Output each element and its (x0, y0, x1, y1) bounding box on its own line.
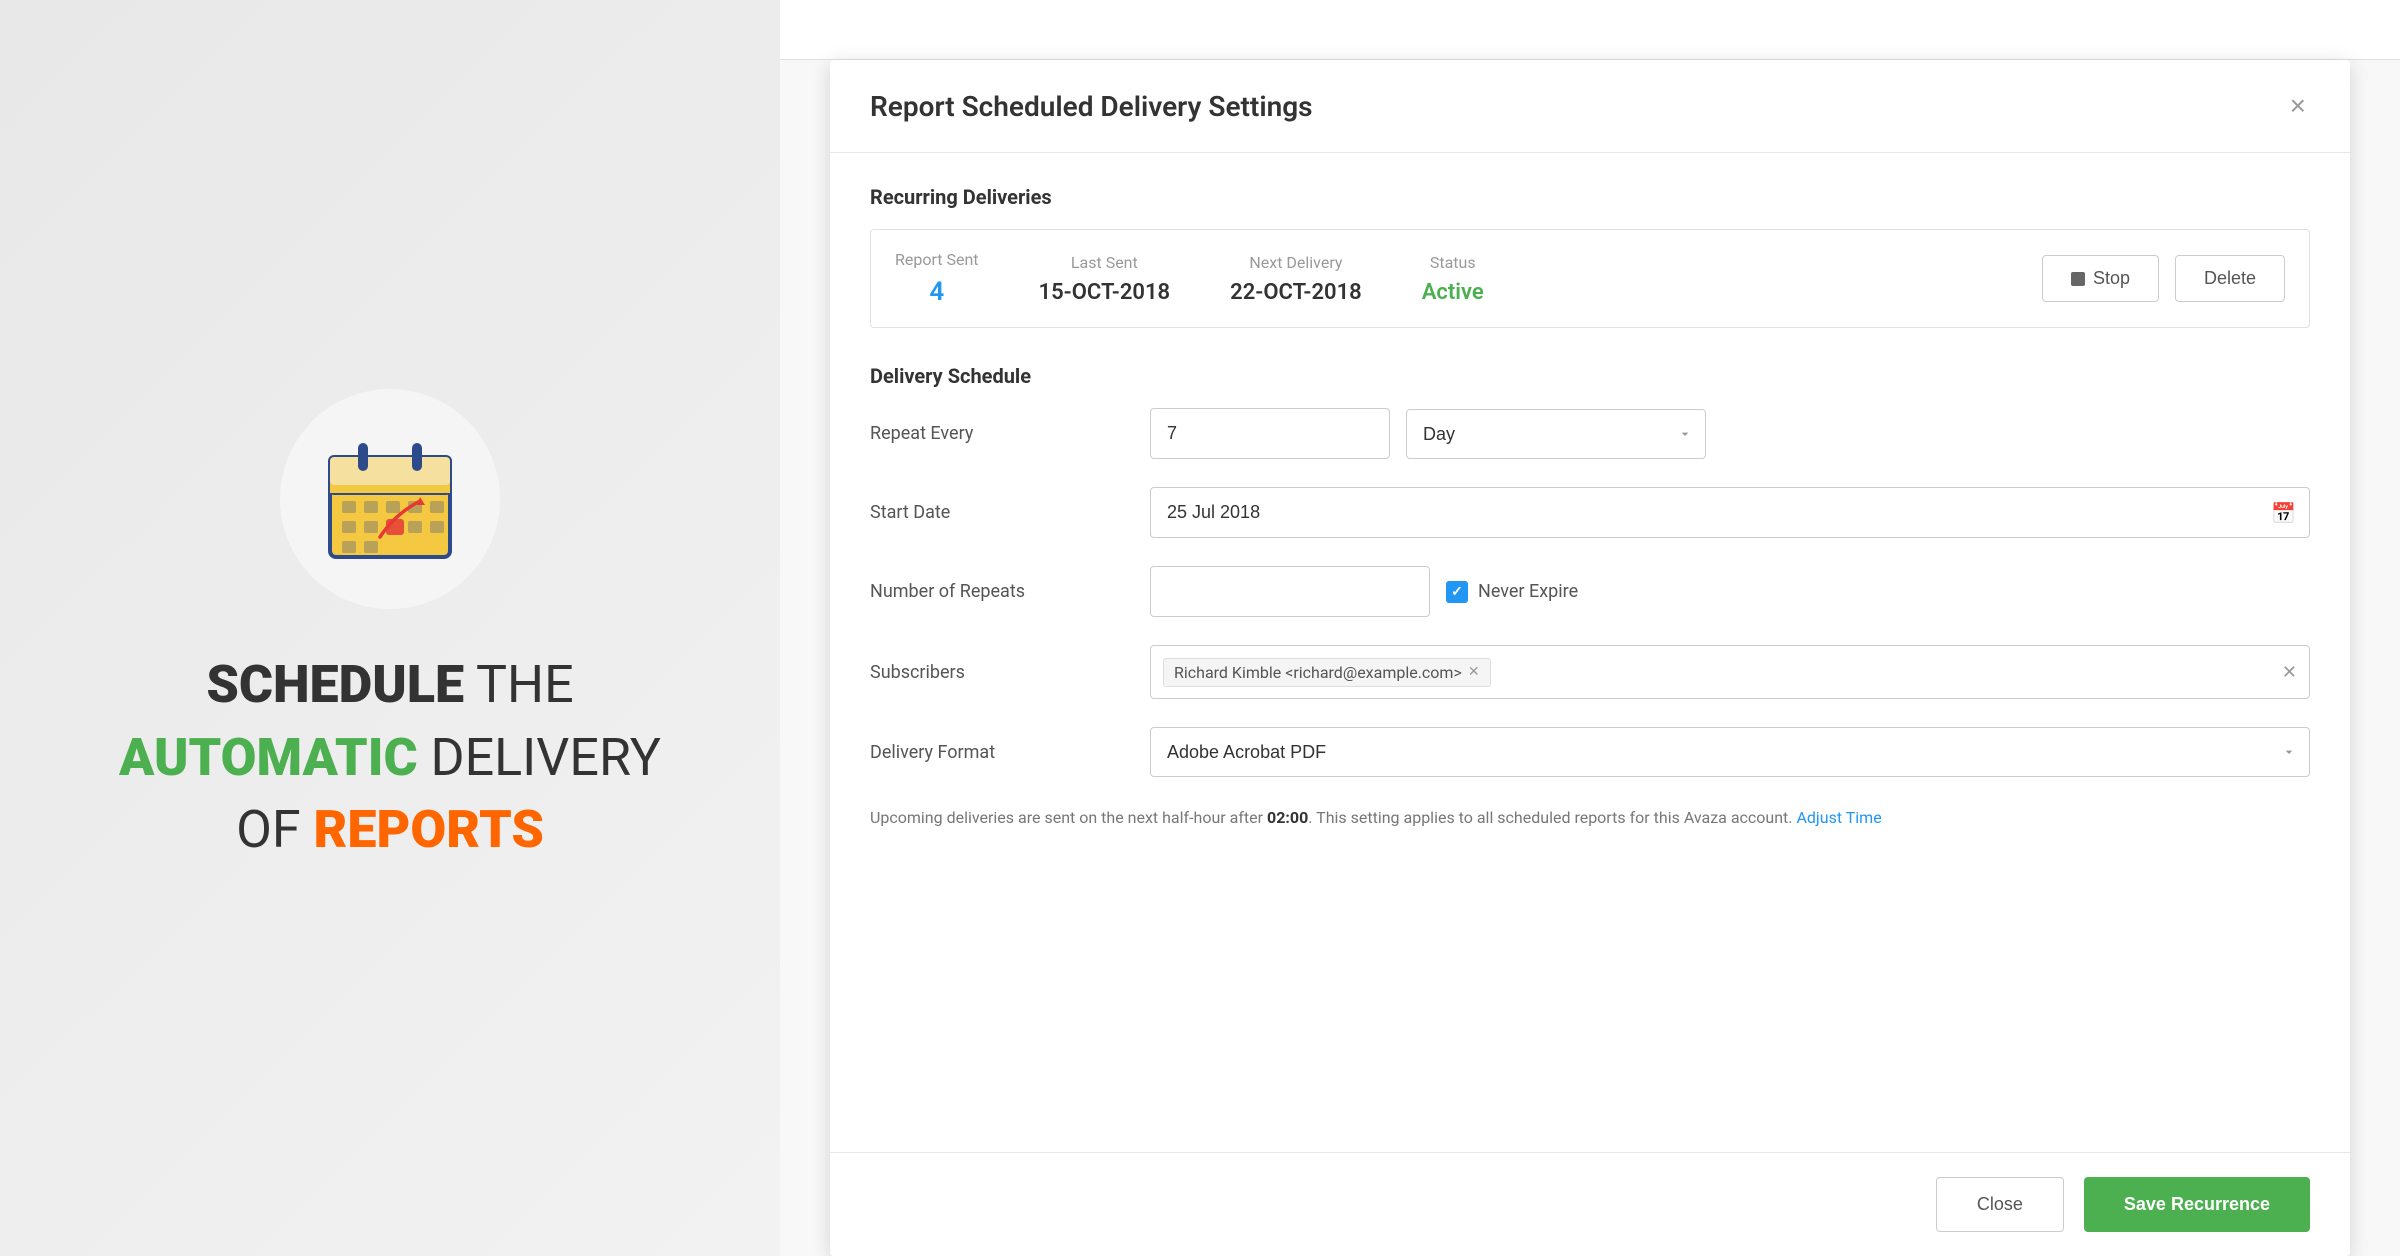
repeat-every-controls: Day Week Month (1150, 408, 2310, 459)
delivery-format-select[interactable]: Adobe Acrobat PDF Excel CSV (1150, 727, 2310, 777)
number-of-repeats-label: Number of Repeats (870, 581, 1130, 602)
save-recurrence-button[interactable]: Save Recurrence (2084, 1177, 2310, 1232)
recurring-deliveries-table: Report Sent 4 Last Sent 15-OCT-2018 Next… (870, 229, 2310, 328)
adjust-time-link[interactable]: Adjust Time (1796, 808, 1881, 827)
delete-button[interactable]: Delete (2175, 255, 2285, 302)
modal-close-button[interactable]: × (2286, 88, 2310, 124)
start-date-controls: 📅 (1150, 487, 2310, 538)
start-date-label: Start Date (870, 502, 1130, 523)
modal-dialog: Report Scheduled Delivery Settings × Rec… (830, 60, 2350, 1256)
last-sent-label: Last Sent (1071, 253, 1138, 272)
modal-footer: Close Save Recurrence (830, 1152, 2350, 1256)
tagline: SCHEDULE THE AUTOMATIC DELIVERY OF REPOR… (119, 649, 661, 867)
top-bar (780, 0, 2400, 60)
delivery-format-row: Delivery Format Adobe Acrobat PDF Excel … (870, 727, 2310, 777)
repeat-unit-select[interactable]: Day Week Month (1406, 409, 1706, 459)
status-col: Status Active (1422, 253, 1484, 305)
delivery-format-controls: Adobe Acrobat PDF Excel CSV (1150, 727, 2310, 777)
tagline-line1: SCHEDULE THE (119, 649, 661, 722)
right-panel: Report Scheduled Delivery Settings × Rec… (780, 0, 2400, 1256)
report-sent-value: 4 (929, 277, 944, 307)
status-value: Active (1422, 280, 1484, 305)
next-delivery-value: 22-OCT-2018 (1230, 280, 1362, 305)
modal-title: Report Scheduled Delivery Settings (870, 90, 1313, 123)
start-date-row: Start Date 📅 (870, 487, 2310, 538)
tagline-line3: OF REPORTS (119, 794, 661, 867)
table-actions: Stop Delete (2042, 255, 2285, 302)
subscribers-clear-all[interactable]: ✕ (2282, 662, 2297, 683)
subscribers-row: Subscribers Richard Kimble <richard@exam… (870, 645, 2310, 699)
next-delivery-col: Next Delivery 22-OCT-2018 (1230, 253, 1362, 305)
repeat-every-label: Repeat Every (870, 423, 1130, 444)
date-input-wrapper: 📅 (1150, 487, 2310, 538)
report-sent-col: Report Sent 4 (895, 250, 979, 307)
subscriber-tag-text: Richard Kimble <richard@example.com> (1174, 663, 1462, 682)
last-sent-value: 15-OCT-2018 (1039, 280, 1171, 305)
subscriber-tag-remove[interactable]: ✕ (1468, 664, 1480, 680)
footer-note: Upcoming deliveries are sent on the next… (870, 805, 2310, 851)
calendar-icon (320, 429, 460, 569)
subscriber-tag: Richard Kimble <richard@example.com> ✕ (1163, 658, 1491, 687)
next-delivery-label: Next Delivery (1249, 253, 1342, 272)
never-expire-label: Never Expire (1446, 581, 1578, 603)
repeat-every-row: Repeat Every Day Week Month (870, 408, 2310, 459)
stop-button[interactable]: Stop (2042, 255, 2159, 302)
calendar-picker-icon[interactable]: 📅 (2271, 501, 2296, 525)
report-sent-label: Report Sent (895, 250, 979, 269)
left-panel: SCHEDULE THE AUTOMATIC DELIVERY OF REPOR… (0, 0, 780, 1256)
number-of-repeats-input[interactable] (1150, 566, 1430, 617)
modal-body: Recurring Deliveries Report Sent 4 Last … (830, 153, 2350, 1152)
tagline-line2: AUTOMATIC DELIVERY (119, 722, 661, 795)
subscribers-controls: Richard Kimble <richard@example.com> ✕ ✕ (1150, 645, 2310, 699)
subscribers-tag-input[interactable]: Richard Kimble <richard@example.com> ✕ ✕ (1150, 645, 2310, 699)
calendar-icon-wrapper (280, 389, 500, 609)
never-expire-checkbox[interactable] (1446, 581, 1468, 603)
number-of-repeats-row: Number of Repeats Never Expire (870, 566, 2310, 617)
number-of-repeats-controls: Never Expire (1150, 566, 2310, 617)
close-button[interactable]: Close (1936, 1177, 2064, 1232)
repeat-every-input[interactable] (1150, 408, 1390, 459)
footer-time-bold: 02:00 (1267, 808, 1308, 827)
delivery-schedule-title: Delivery Schedule (870, 364, 2310, 388)
recurring-deliveries-title: Recurring Deliveries (870, 185, 2310, 209)
subscribers-label: Subscribers (870, 662, 1130, 683)
status-label: Status (1430, 253, 1476, 272)
modal-header: Report Scheduled Delivery Settings × (830, 60, 2350, 153)
stop-icon (2071, 272, 2085, 286)
delivery-format-label: Delivery Format (870, 742, 1130, 763)
start-date-input[interactable] (1150, 487, 2310, 538)
last-sent-col: Last Sent 15-OCT-2018 (1039, 253, 1171, 305)
